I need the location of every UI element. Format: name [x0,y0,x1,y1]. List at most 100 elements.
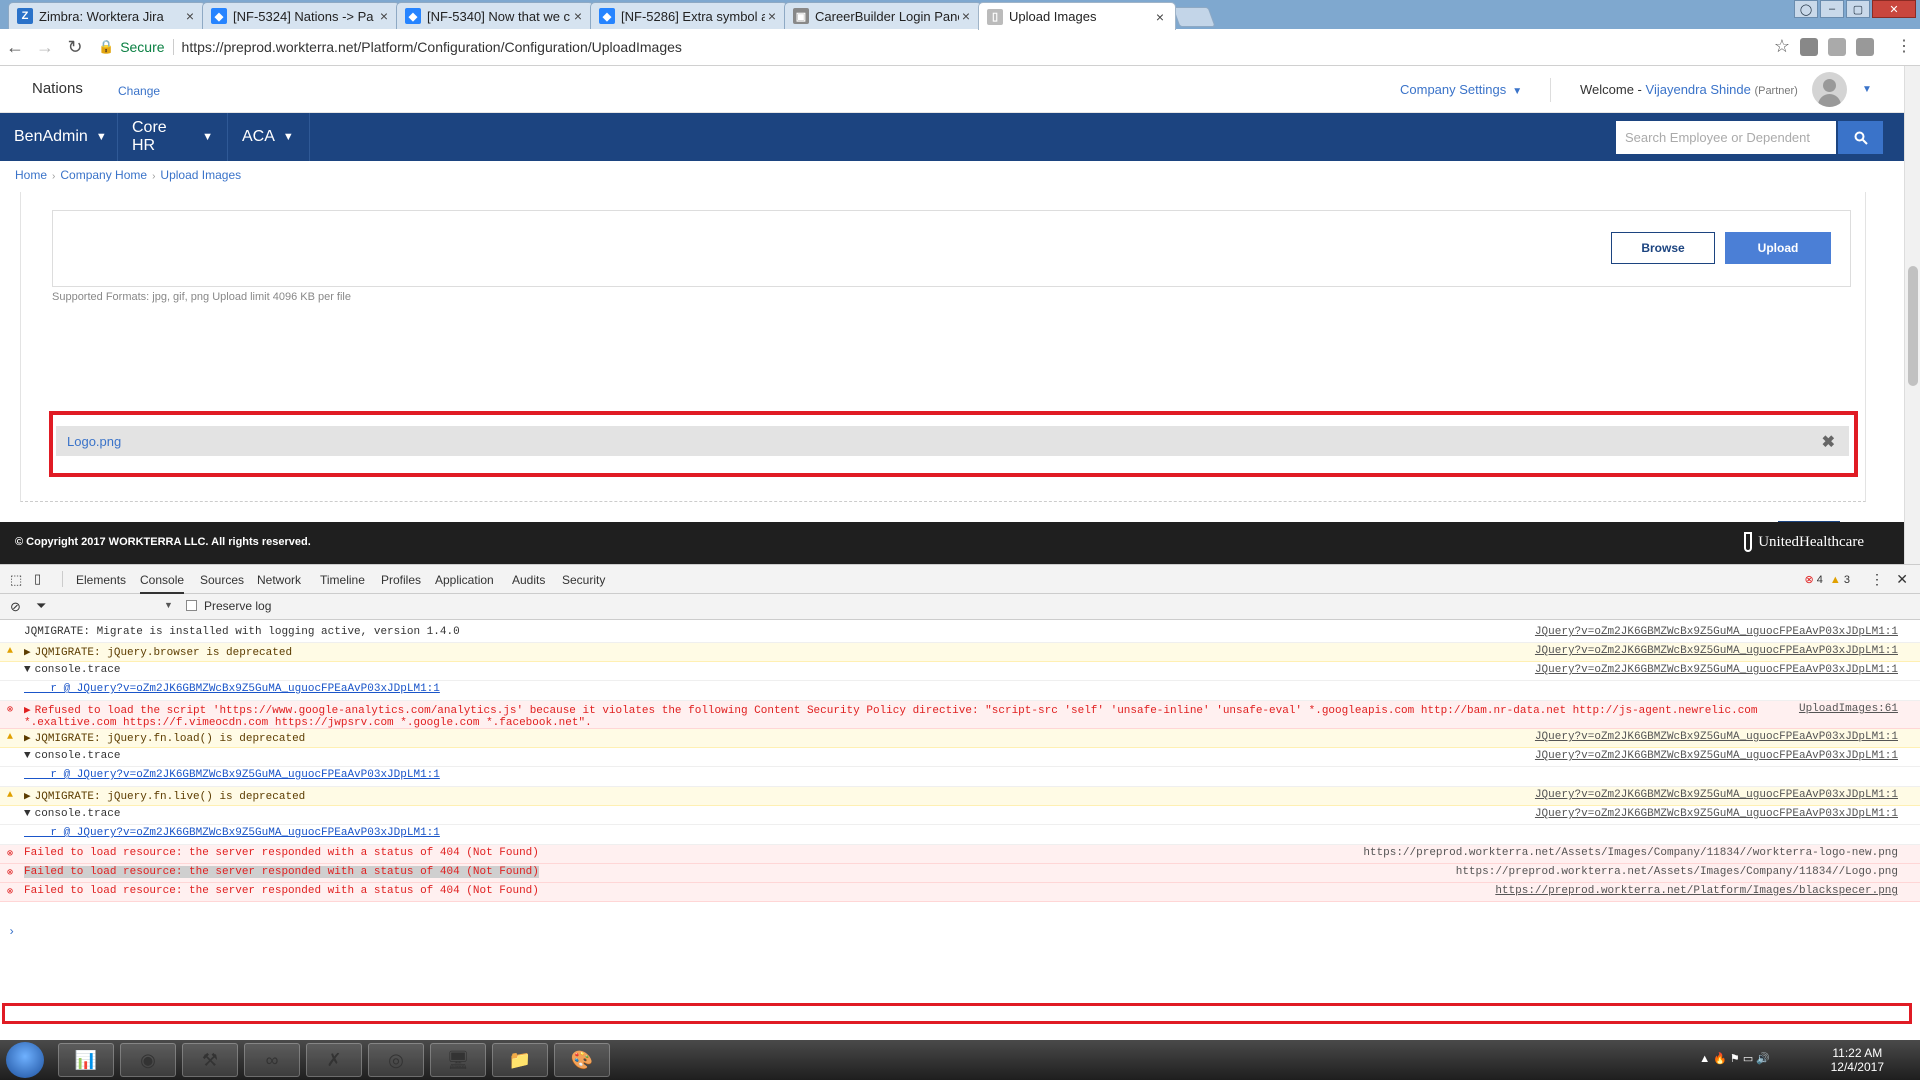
browser-tab[interactable]: Z Zimbra: Worktera Jira × [8,2,206,29]
system-tray[interactable]: ▲ 🔥 ⚑ ▭ 🔊 [1699,1052,1770,1065]
page-scrollbar[interactable] [1904,66,1920,564]
devtools-tab-application[interactable]: Application [435,573,494,587]
devtools-tab-sources[interactable]: Sources [200,573,244,587]
scrollbar-thumb[interactable] [1908,266,1918,386]
console-source-link[interactable]: JQuery?v=oZm2JK6GBMZWcBx9Z5GuMA_uguocFPE… [1535,626,1898,638]
system-clock[interactable]: 11:22 AM 12/4/2017 [1831,1046,1884,1074]
close-tab-icon[interactable]: × [959,8,973,24]
upload-button[interactable]: Upload [1725,232,1831,264]
browser-tab[interactable]: ▯ Upload Images × [978,2,1176,30]
paint-icon[interactable]: 🎨 [554,1043,610,1077]
console-source-link[interactable]: JQuery?v=oZm2JK6GBMZWcBx9Z5GuMA_uguocFPE… [1535,664,1898,676]
console-message[interactable]: ▲ ▶ JQMIGRATE: jQuery.browser is deprecate… [0,643,1920,662]
console-message[interactable]: ▼ console.trace JQuery?v=oZm2JK6GBMZWcBx9Z… [0,806,1920,825]
clear-console-icon[interactable]: ⊘ [10,599,21,615]
console-message[interactable]: ⊗ Failed to load resource: the server res… [0,845,1920,864]
taskbar-tools-icon[interactable]: ⚒ [182,1043,238,1077]
console-source-link[interactable]: JQuery?v=oZm2JK6GBMZWcBx9Z5GuMA_uguocFPE… [1535,808,1898,820]
console-message[interactable]: JQMIGRATE: Migrate is installed with log… [0,624,1920,643]
close-tab-icon[interactable]: × [377,8,391,24]
chrome-menu-icon[interactable]: ⋮ [1896,36,1912,56]
avatar[interactable] [1812,72,1847,107]
console-source-link[interactable]: https://preprod.workterra.net/Platform/I… [1495,885,1898,897]
expand-arrow-icon[interactable]: ▶ [24,647,31,659]
user-name-link[interactable]: Vijayendra Shinde [1646,82,1751,97]
chrome-icon[interactable]: ◉ [120,1043,176,1077]
close-tab-icon[interactable]: × [765,8,779,24]
devtools-tab-security[interactable]: Security [562,573,605,587]
browse-button[interactable]: Browse [1611,232,1715,264]
close-tab-icon[interactable]: × [1153,9,1167,25]
collapse-arrow-icon[interactable]: ▼ [24,808,31,820]
devtools-tab-network[interactable]: Network [257,573,301,587]
change-company-link[interactable]: Change [118,84,160,98]
context-dropdown-icon[interactable]: ▼ [164,600,173,610]
devtools-tab-profiles[interactable]: Profiles [381,573,421,587]
collapse-arrow-icon[interactable]: ▼ [24,664,31,676]
reload-icon[interactable]: ↻ [60,37,90,58]
devtools-tab-audits[interactable]: Audits [512,573,545,587]
console-source-link[interactable]: https://preprod.workterra.net/Assets/Ima… [1456,866,1898,878]
breadcrumb-company-home[interactable]: Company Home [60,168,147,182]
user-icon[interactable]: ◯ [1794,0,1818,18]
expand-arrow-icon[interactable]: ▶ [24,705,31,717]
forward-icon[interactable]: → [30,37,60,58]
close-devtools-icon[interactable]: ✕ [1896,571,1908,588]
browser-tab[interactable]: ▣ CareerBuilder Login Pane × [784,2,982,29]
console-message[interactable]: r @ JQuery?v=oZm2JK6GBMZWcBx9Z5GuMA_uguo… [0,681,1920,701]
file-explorer-icon[interactable]: 📁 [492,1043,548,1077]
close-window-button[interactable]: ✕ [1872,0,1916,18]
console-source-link[interactable]: JQuery?v=oZm2JK6GBMZWcBx9Z5GuMA_uguocFPE… [1535,645,1898,657]
console-source-link[interactable]: JQuery?v=oZm2JK6GBMZWcBx9Z5GuMA_uguocFPE… [1535,789,1898,801]
close-tab-icon[interactable]: × [183,8,197,24]
expand-arrow-icon[interactable]: ▶ [24,791,31,803]
taskbar-app-icon[interactable]: 🖥 [430,1043,486,1077]
collapse-arrow-icon[interactable]: ▼ [24,750,31,762]
breadcrumb-upload-images[interactable]: Upload Images [160,168,241,182]
chevron-down-icon[interactable]: ▼ [1862,84,1872,95]
browser-tab[interactable]: ◆ [NF-5324] Nations -> Pa × [202,2,400,29]
devtools-tab-elements[interactable]: Elements [76,573,126,587]
taskbar-app-icon[interactable]: 📊 [58,1043,114,1077]
console-message[interactable]: ⊗ Failed to load resource: the server res… [0,883,1920,902]
console-message[interactable]: ▲ ▶ JQMIGRATE: jQuery.fn.live() is depreca… [0,787,1920,806]
browser-tab[interactable]: ◆ [NF-5286] Extra symbol a × [590,2,788,29]
devtools-tab-console[interactable]: Console [140,573,185,594]
extension-icon[interactable] [1800,38,1818,56]
visual-studio-icon[interactable]: ∞ [244,1043,300,1077]
console-prompt-icon[interactable]: › [8,925,15,939]
back-icon[interactable]: ← [0,37,30,58]
maximize-button[interactable]: ▢ [1846,0,1870,18]
bookmark-star-icon[interactable]: ☆ [1774,36,1790,57]
search-input[interactable] [1616,121,1836,154]
omnibox[interactable]: 🔒 Secure https://preprod.workterra.net/P… [98,34,1790,60]
browser-tab[interactable]: ◆ [NF-5340] Now that we c × [396,2,594,29]
taskbar-app-icon[interactable]: ◎ [368,1043,424,1077]
nav-item-core-hr[interactable]: Core HR ▼ [118,113,228,161]
console-source-link[interactable]: JQuery?v=oZm2JK6GBMZWcBx9Z5GuMA_uguocFPE… [1535,750,1898,762]
devtools-menu-icon[interactable]: ⋮ [1870,571,1884,588]
console-source-link[interactable]: JQuery?v=oZm2JK6GBMZWcBx9Z5GuMA_uguocFPE… [1535,731,1898,743]
console-message[interactable]: r @ JQuery?v=oZm2JK6GBMZWcBx9Z5GuMA_uguo… [0,767,1920,787]
inspect-element-icon[interactable]: ⬚ [10,572,22,588]
preserve-log-checkbox[interactable] [186,600,197,611]
new-tab-button[interactable] [1172,7,1216,27]
expand-arrow-icon[interactable]: ▶ [24,733,31,745]
console-source-link[interactable]: https://preprod.workterra.net/Assets/Ima… [1363,847,1898,859]
console-message[interactable]: ▲ ▶ JQMIGRATE: jQuery.fn.load() is depreca… [0,729,1920,748]
console-message[interactable]: ▼ console.trace JQuery?v=oZm2JK6GBMZWcBx9Z… [0,662,1920,681]
extension-icon[interactable] [1856,38,1874,56]
console-source-link[interactable]: UploadImages:61 [1799,703,1898,715]
url-text[interactable]: https://preprod.workterra.net/Platform/C… [182,39,682,55]
console-message[interactable]: ▼ console.trace JQuery?v=oZm2JK6GBMZWcBx9Z… [0,748,1920,767]
company-settings-menu[interactable]: Company Settings ▼ [1400,82,1522,97]
close-tab-icon[interactable]: × [571,8,585,24]
devtools-tab-timeline[interactable]: Timeline [320,573,365,587]
console-message[interactable]: ⊗ ▶ Refused to load the script 'https://ww… [0,701,1920,729]
extension-icon[interactable] [1828,38,1846,56]
nav-item-aca[interactable]: ACA ▼ [228,113,310,161]
console-message[interactable]: ⊗ Failed to load resource: the server res… [0,864,1920,883]
filter-icon[interactable]: ⏷ [36,598,46,614]
minimize-button[interactable]: – [1820,0,1844,18]
start-button[interactable] [6,1042,44,1078]
